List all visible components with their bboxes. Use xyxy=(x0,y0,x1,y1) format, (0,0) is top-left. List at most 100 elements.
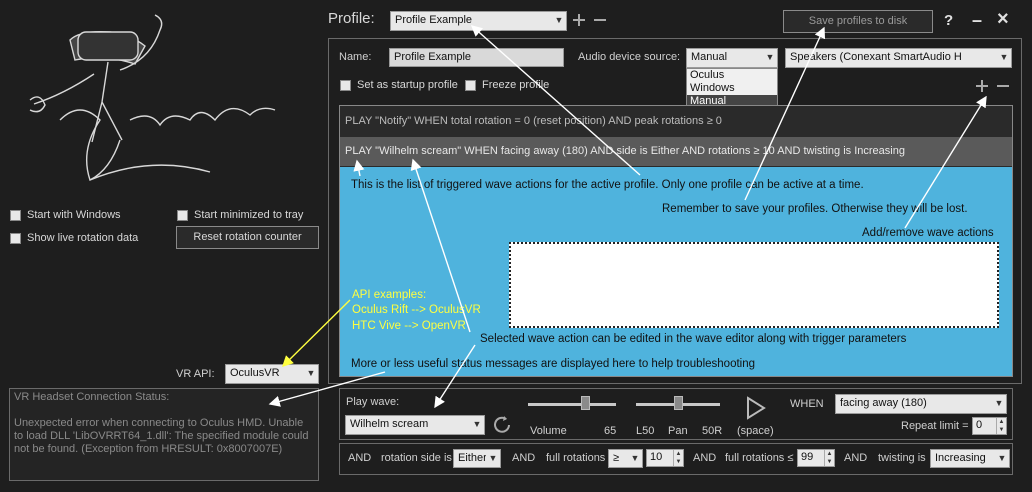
speakers-value: Speakers (Conexant SmartAudio H xyxy=(790,51,962,63)
volume-value: 65 xyxy=(604,425,617,437)
freeze-profile-checkbox[interactable]: Freeze profile xyxy=(465,79,549,91)
stepper-arrows-icon[interactable]: ▲ ▼ xyxy=(996,418,1006,434)
volume-label: Volume xyxy=(530,425,567,437)
volume-slider-track[interactable] xyxy=(528,403,616,406)
side-select-value: Either xyxy=(458,452,487,464)
name-label: Name: xyxy=(339,51,372,63)
repeat-limit-stepper[interactable]: 0 ▲ ▼ xyxy=(972,417,1007,435)
action-row-selected[interactable]: PLAY "Wilhelm scream" WHEN facing away (… xyxy=(340,137,1012,166)
pan-label: Pan xyxy=(668,425,688,437)
checkbox-box[interactable] xyxy=(340,79,351,91)
audio-option-oculus[interactable]: Oculus xyxy=(687,69,777,82)
minimize-button[interactable]: – xyxy=(972,10,982,31)
stepper-arrows-icon[interactable]: ▲ ▼ xyxy=(673,450,683,466)
start-with-windows-checkbox[interactable]: Start with Windows xyxy=(10,209,121,221)
start-with-windows-label: Start with Windows xyxy=(27,209,121,221)
rotation-operator-select[interactable]: ≥ ▼ xyxy=(608,449,643,468)
twisting-select-value: Increasing xyxy=(935,452,986,464)
add-profile-icon[interactable] xyxy=(572,13,586,27)
min-rotations-value: 10 xyxy=(650,451,663,463)
checkbox-box[interactable] xyxy=(177,209,188,221)
side-select[interactable]: Either ▼ xyxy=(453,449,501,468)
volume-slider-thumb[interactable] xyxy=(581,396,591,410)
status-message: Unexpected error when connecting to Ocul… xyxy=(14,417,309,455)
help-button[interactable]: ? xyxy=(944,12,953,29)
start-minimized-checkbox[interactable]: Start minimized to tray xyxy=(177,209,303,221)
play-hint: (space) xyxy=(737,425,774,437)
max-rotations-value: 99 xyxy=(801,451,814,463)
audio-option-windows[interactable]: Windows xyxy=(687,82,777,95)
reset-rotation-button[interactable]: Reset rotation counter xyxy=(176,226,319,249)
chevron-down-icon: ▼ xyxy=(992,395,1006,413)
save-profiles-button[interactable]: Save profiles to disk xyxy=(783,10,933,33)
help-api-title: API examples: xyxy=(352,289,427,301)
vr-api-label: VR API: xyxy=(176,368,215,380)
status-title: VR Headset Connection Status: xyxy=(14,391,170,403)
profile-select-value: Profile Example xyxy=(395,14,473,26)
and-label-2: AND xyxy=(512,452,536,464)
checkbox-box[interactable] xyxy=(10,209,21,221)
twisting-label: twisting is xyxy=(878,452,926,464)
set-startup-label: Set as startup profile xyxy=(357,79,458,91)
repeat-icon[interactable] xyxy=(491,414,513,436)
chevron-down-icon: ▼ xyxy=(997,49,1011,67)
help-status-note: More or less useful status messages are … xyxy=(351,358,756,370)
full-rotations-label: full rotations xyxy=(546,452,606,464)
help-save-note: Remember to save your profiles. Otherwis… xyxy=(662,203,968,215)
repeat-limit-value: 0 xyxy=(976,419,983,431)
audio-source-value: Manual xyxy=(691,51,728,63)
action-row[interactable]: PLAY "Notify" WHEN total rotation = 0 (r… xyxy=(340,106,1012,137)
help-editor-preview xyxy=(509,242,999,328)
checkbox-box[interactable] xyxy=(465,79,476,91)
profile-label: Profile: xyxy=(328,10,375,27)
close-button[interactable]: × xyxy=(997,8,1009,31)
wave-select[interactable]: Wilhelm scream ▼ xyxy=(345,415,485,435)
rotation-operator-value: ≥ xyxy=(613,452,620,464)
and-label-1: AND xyxy=(348,452,372,464)
add-action-icon[interactable] xyxy=(975,79,989,93)
profile-name-input[interactable]: Profile Example xyxy=(389,48,564,67)
remove-action-icon[interactable] xyxy=(996,79,1010,93)
profile-select[interactable]: Profile Example ▼ xyxy=(390,11,567,31)
and-label-3: AND xyxy=(693,452,717,464)
and-label-4: AND xyxy=(844,452,868,464)
pan-slider-thumb[interactable] xyxy=(674,396,683,410)
when-select[interactable]: facing away (180) ▼ xyxy=(835,394,1007,414)
help-api-rift: Oculus Rift --> OculusVR xyxy=(352,304,481,316)
chevron-down-icon: ▼ xyxy=(763,49,777,67)
help-editor-note: Selected wave action can be edited in th… xyxy=(480,333,907,345)
start-minimized-label: Start minimized to tray xyxy=(194,209,304,221)
remove-profile-icon[interactable] xyxy=(593,13,607,27)
app-logo xyxy=(10,10,300,200)
chevron-down-icon: ▼ xyxy=(486,450,500,467)
side-label: rotation side is xyxy=(381,452,452,464)
chevron-down-icon: ▼ xyxy=(470,416,484,434)
audio-source-select[interactable]: Manual ▼ xyxy=(686,48,778,68)
status-panel: VR Headset Connection Status: Unexpected… xyxy=(9,388,319,481)
play-icon[interactable] xyxy=(746,396,766,420)
play-wave-label: Play wave: xyxy=(346,396,400,408)
min-rotations-stepper[interactable]: 10 ▲ ▼ xyxy=(646,449,684,467)
vr-api-value: OculusVR xyxy=(230,367,280,379)
repeat-limit-label: Repeat limit = xyxy=(901,420,969,432)
max-rotations-stepper[interactable]: 99 ▲ ▼ xyxy=(797,449,835,467)
help-addremove-note: Add/remove wave actions xyxy=(862,227,994,239)
wave-select-value: Wilhelm scream xyxy=(350,418,429,430)
pan-right-label: 50R xyxy=(702,425,723,437)
speakers-select[interactable]: Speakers (Conexant SmartAudio H ▼ xyxy=(785,48,1012,68)
max-rotations-label: full rotations ≤ xyxy=(725,452,794,464)
vr-api-select[interactable]: OculusVR ▼ xyxy=(225,364,319,384)
chevron-down-icon: ▼ xyxy=(304,365,318,383)
checkbox-box[interactable] xyxy=(10,232,21,244)
show-live-rotation-checkbox[interactable]: Show live rotation data xyxy=(10,232,138,244)
pan-left-label: L50 xyxy=(636,425,655,437)
freeze-profile-label: Freeze profile xyxy=(482,79,550,91)
chevron-down-icon: ▼ xyxy=(552,12,566,30)
audio-source-label: Audio device source: xyxy=(578,51,681,63)
chevron-down-icon: ▼ xyxy=(628,450,642,467)
twisting-select[interactable]: Increasing ▼ xyxy=(930,449,1010,468)
stepper-arrows-icon[interactable]: ▲ ▼ xyxy=(824,450,834,466)
help-list-note: This is the list of triggered wave actio… xyxy=(351,179,864,191)
show-live-rotation-label: Show live rotation data xyxy=(27,232,139,244)
set-startup-checkbox[interactable]: Set as startup profile xyxy=(340,79,458,91)
